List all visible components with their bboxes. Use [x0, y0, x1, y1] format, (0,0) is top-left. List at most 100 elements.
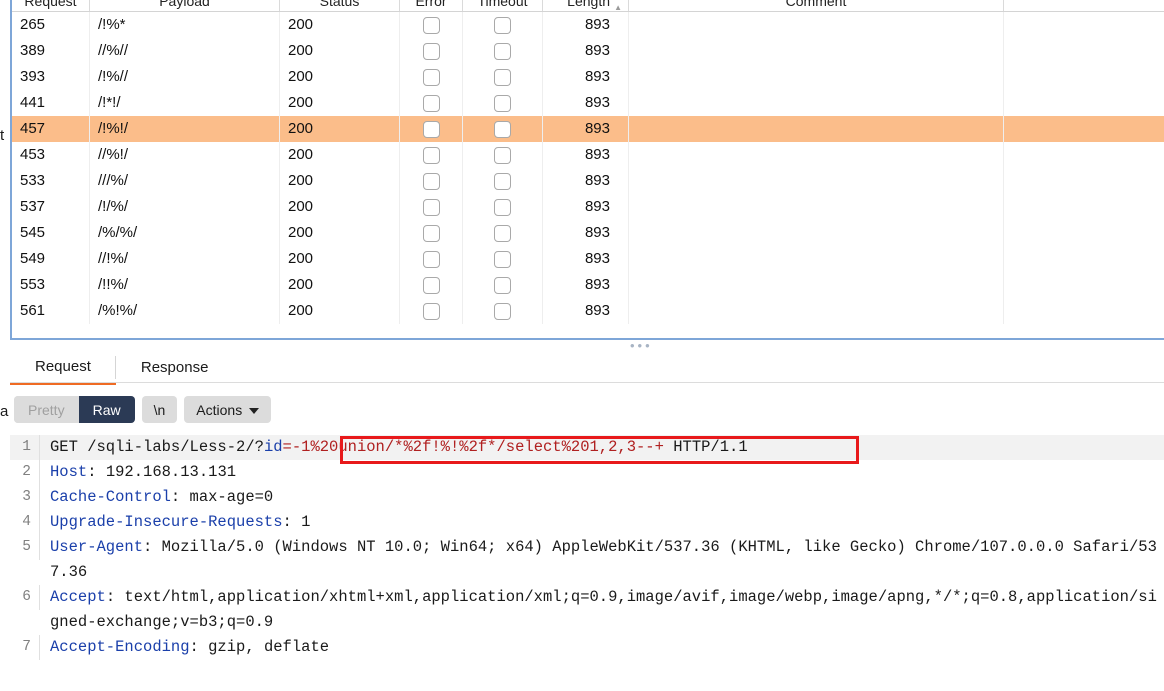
cell-error [400, 142, 463, 168]
error-checkbox[interactable] [423, 121, 440, 138]
table-row[interactable]: 553/!!%/200893 [12, 272, 1164, 298]
column-header-label: Payload [159, 0, 210, 9]
editor-line[interactable]: 6Accept: text/html,application/xhtml+xml… [10, 585, 1164, 635]
cell-status: 200 [280, 90, 400, 116]
cell-timeout [463, 38, 543, 64]
timeout-checkbox[interactable] [494, 95, 511, 112]
table-row[interactable]: 389//%//200893 [12, 38, 1164, 64]
editor-line[interactable]: 2Host: 192.168.13.131 [10, 460, 1164, 485]
table-row[interactable]: 549//!%/200893 [12, 246, 1164, 272]
editor-line-text: GET /sqli-labs/Less-2/?id=-1%20union/*%2… [40, 435, 748, 460]
detail-tab-bar[interactable]: RequestResponse [10, 350, 1164, 385]
error-checkbox[interactable] [423, 225, 440, 242]
cell-request: 389 [12, 38, 90, 64]
tab-response[interactable]: Response [116, 350, 234, 385]
table-row[interactable]: 453//%!/200893 [12, 142, 1164, 168]
cell-spacer [1004, 12, 1164, 38]
editor-line-text: Accept-Encoding: gzip, deflate [40, 635, 329, 660]
timeout-checkbox[interactable] [494, 225, 511, 242]
editor-token-header: Accept-Encoding [50, 638, 190, 656]
table-body[interactable]: 265/!%*200893389//%//200893393/!%//20089… [12, 12, 1164, 324]
cell-status: 200 [280, 142, 400, 168]
actions-button[interactable]: Actions [184, 396, 271, 423]
editor-line[interactable]: 1GET /sqli-labs/Less-2/?id=-1%20union/*%… [10, 435, 1164, 460]
table-row[interactable]: 545/%/%/200893 [12, 220, 1164, 246]
timeout-checkbox[interactable] [494, 147, 511, 164]
line-number: 5 [10, 535, 40, 560]
editor-line-text: Accept: text/html,application/xhtml+xml,… [40, 585, 1164, 635]
table-row[interactable]: 457/!%!/200893 [12, 116, 1164, 142]
timeout-checkbox[interactable] [494, 277, 511, 294]
editor-token-plain: : gzip, deflate [190, 638, 330, 656]
cell-error [400, 116, 463, 142]
cell-status: 200 [280, 298, 400, 324]
cell-length: 893 [543, 116, 629, 142]
cell-comment [629, 168, 1004, 194]
table-row[interactable]: 265/!%*200893 [12, 12, 1164, 38]
error-checkbox[interactable] [423, 69, 440, 86]
table-row[interactable]: 537/!/%/200893 [12, 194, 1164, 220]
timeout-checkbox[interactable] [494, 69, 511, 86]
editor-line[interactable]: 4Upgrade-Insecure-Requests: 1 [10, 510, 1164, 535]
error-checkbox[interactable] [423, 303, 440, 320]
cell-payload: //!%/ [90, 246, 280, 272]
timeout-checkbox[interactable] [494, 199, 511, 216]
timeout-checkbox[interactable] [494, 173, 511, 190]
tab-request[interactable]: Request [10, 350, 116, 385]
table-row[interactable]: 561/%!%/200893 [12, 298, 1164, 324]
cell-error [400, 220, 463, 246]
cell-length: 893 [543, 220, 629, 246]
table-row[interactable]: 393/!%//200893 [12, 64, 1164, 90]
line-number: 4 [10, 510, 40, 535]
editor-line-text: Host: 192.168.13.131 [40, 460, 236, 485]
error-checkbox[interactable] [423, 95, 440, 112]
cell-timeout [463, 168, 543, 194]
view-mode-raw-button[interactable]: Raw [79, 396, 135, 423]
cell-comment [629, 220, 1004, 246]
editor-line-text: Upgrade-Insecure-Requests: 1 [40, 510, 310, 535]
cell-payload: /!%// [90, 64, 280, 90]
attack-results-table[interactable]: RequestPayloadStatusErrorTimeoutLength▲C… [10, 0, 1164, 340]
request-raw-editor[interactable]: 1GET /sqli-labs/Less-2/?id=-1%20union/*%… [10, 435, 1164, 691]
table-row[interactable]: 441/!*!/200893 [12, 90, 1164, 116]
cell-length: 893 [543, 246, 629, 272]
cell-payload: ///%/ [90, 168, 280, 194]
cell-status: 200 [280, 64, 400, 90]
timeout-checkbox[interactable] [494, 251, 511, 268]
error-checkbox[interactable] [423, 199, 440, 216]
cell-request: 561 [12, 298, 90, 324]
error-checkbox[interactable] [423, 43, 440, 60]
cell-length: 893 [543, 194, 629, 220]
cell-error [400, 194, 463, 220]
editor-token-plain: HTTP/1.1 [664, 438, 748, 456]
timeout-checkbox[interactable] [494, 43, 511, 60]
cell-length: 893 [543, 272, 629, 298]
cell-spacer [1004, 38, 1164, 64]
error-checkbox[interactable] [423, 251, 440, 268]
splitter-handle-icon[interactable]: ••• [630, 343, 653, 349]
error-checkbox[interactable] [423, 147, 440, 164]
cell-length: 893 [543, 12, 629, 38]
timeout-checkbox[interactable] [494, 121, 511, 138]
cell-spacer [1004, 194, 1164, 220]
newline-label: \n [154, 402, 166, 418]
error-checkbox[interactable] [423, 173, 440, 190]
cell-request: 537 [12, 194, 90, 220]
timeout-checkbox[interactable] [494, 17, 511, 34]
error-checkbox[interactable] [423, 17, 440, 34]
error-checkbox[interactable] [423, 277, 440, 294]
table-row[interactable]: 533///%/200893 [12, 168, 1164, 194]
cell-comment [629, 38, 1004, 64]
editor-line[interactable]: 5User-Agent: Mozilla/5.0 (Windows NT 10.… [10, 535, 1164, 585]
newline-button[interactable]: \n [142, 396, 178, 423]
editor-line[interactable]: 3Cache-Control: max-age=0 [10, 485, 1164, 510]
cell-timeout [463, 194, 543, 220]
view-mode-toggle[interactable]: PrettyRaw [14, 396, 135, 423]
editor-line[interactable]: 7Accept-Encoding: gzip, deflate [10, 635, 1164, 660]
editor-toolbar[interactable]: PrettyRaw \n Actions [14, 396, 271, 423]
timeout-checkbox[interactable] [494, 303, 511, 320]
editor-token-plain: : Mozilla/5.0 (Windows NT 10.0; Win64; x… [50, 538, 1157, 581]
view-mode-pretty-button[interactable]: Pretty [14, 396, 79, 423]
cell-status: 200 [280, 116, 400, 142]
cell-comment [629, 64, 1004, 90]
